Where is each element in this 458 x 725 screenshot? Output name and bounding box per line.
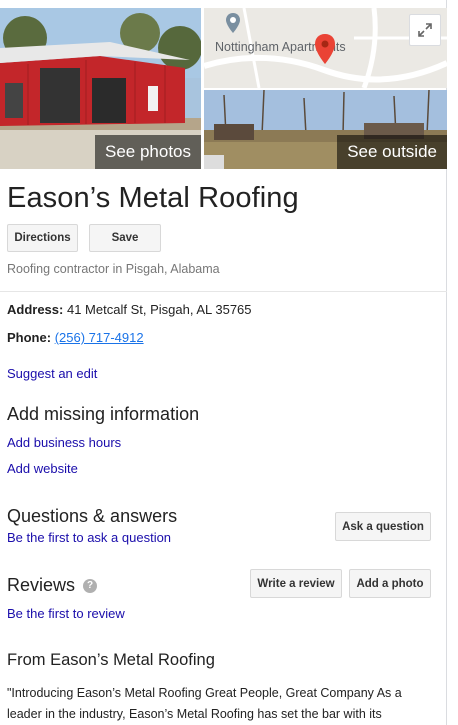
address-value: 41 Metcalf St, Pisgah, AL 35765 bbox=[66, 302, 252, 317]
add-hours-link[interactable]: Add business hours bbox=[7, 435, 121, 450]
see-outside-button[interactable]: See outside bbox=[337, 135, 447, 169]
divider bbox=[0, 291, 447, 292]
qa-heading: Questions & answers bbox=[7, 506, 178, 526]
first-ask-link[interactable]: Be the first to ask a question bbox=[7, 530, 171, 545]
missing-info-heading: Add missing information bbox=[7, 404, 200, 424]
map-thumbnail[interactable]: Nottingham Apartments bbox=[204, 8, 447, 88]
address-label: Address: bbox=[7, 302, 64, 317]
see-photos-label: See photos bbox=[104, 142, 191, 161]
directions-button[interactable]: Directions bbox=[7, 224, 78, 252]
from-business-heading: From Eason’s Metal Roofing bbox=[7, 651, 215, 669]
outside-photo[interactable]: See outside bbox=[204, 90, 447, 169]
suggest-edit-link[interactable]: Suggest an edit bbox=[7, 366, 97, 381]
reviews-heading: Reviews bbox=[7, 575, 76, 595]
business-category: Roofing contractor in Pisgah, Alabama bbox=[7, 262, 220, 276]
business-title: Eason’s Metal Roofing bbox=[7, 182, 299, 214]
business-description: "Introducing Eason’s Metal Roofing Great… bbox=[7, 686, 402, 721]
map-pin-icon bbox=[315, 34, 335, 64]
first-review-link[interactable]: Be the first to review bbox=[7, 606, 125, 621]
expand-map-button[interactable] bbox=[409, 14, 441, 46]
see-outside-label: See outside bbox=[347, 142, 437, 161]
location-dot-icon bbox=[226, 13, 240, 33]
knowledge-panel: See photos Nottingham Apartments See out… bbox=[0, 0, 447, 725]
address-row: Address: 41 Metcalf St, Pisgah, AL 35765 bbox=[7, 302, 252, 317]
phone-link[interactable]: (256) 717-4912 bbox=[55, 330, 144, 345]
media-strip: See photos Nottingham Apartments See out… bbox=[0, 8, 447, 169]
building-photo[interactable]: See photos bbox=[0, 8, 201, 169]
save-button[interactable]: Save bbox=[89, 224, 161, 252]
expand-icon bbox=[418, 23, 432, 37]
help-icon[interactable]: ? bbox=[83, 578, 98, 593]
write-review-button[interactable]: Write a review bbox=[250, 569, 342, 598]
see-photos-button[interactable]: See photos bbox=[94, 135, 201, 169]
add-website-link[interactable]: Add website bbox=[7, 461, 78, 476]
ask-question-button[interactable]: Ask a question bbox=[335, 512, 431, 541]
reviews-heading-row: Reviews ? bbox=[7, 575, 98, 596]
phone-row: Phone: (256) 717-4912 bbox=[7, 330, 144, 345]
phone-label: Phone: bbox=[7, 330, 52, 345]
add-photo-button[interactable]: Add a photo bbox=[349, 569, 431, 598]
